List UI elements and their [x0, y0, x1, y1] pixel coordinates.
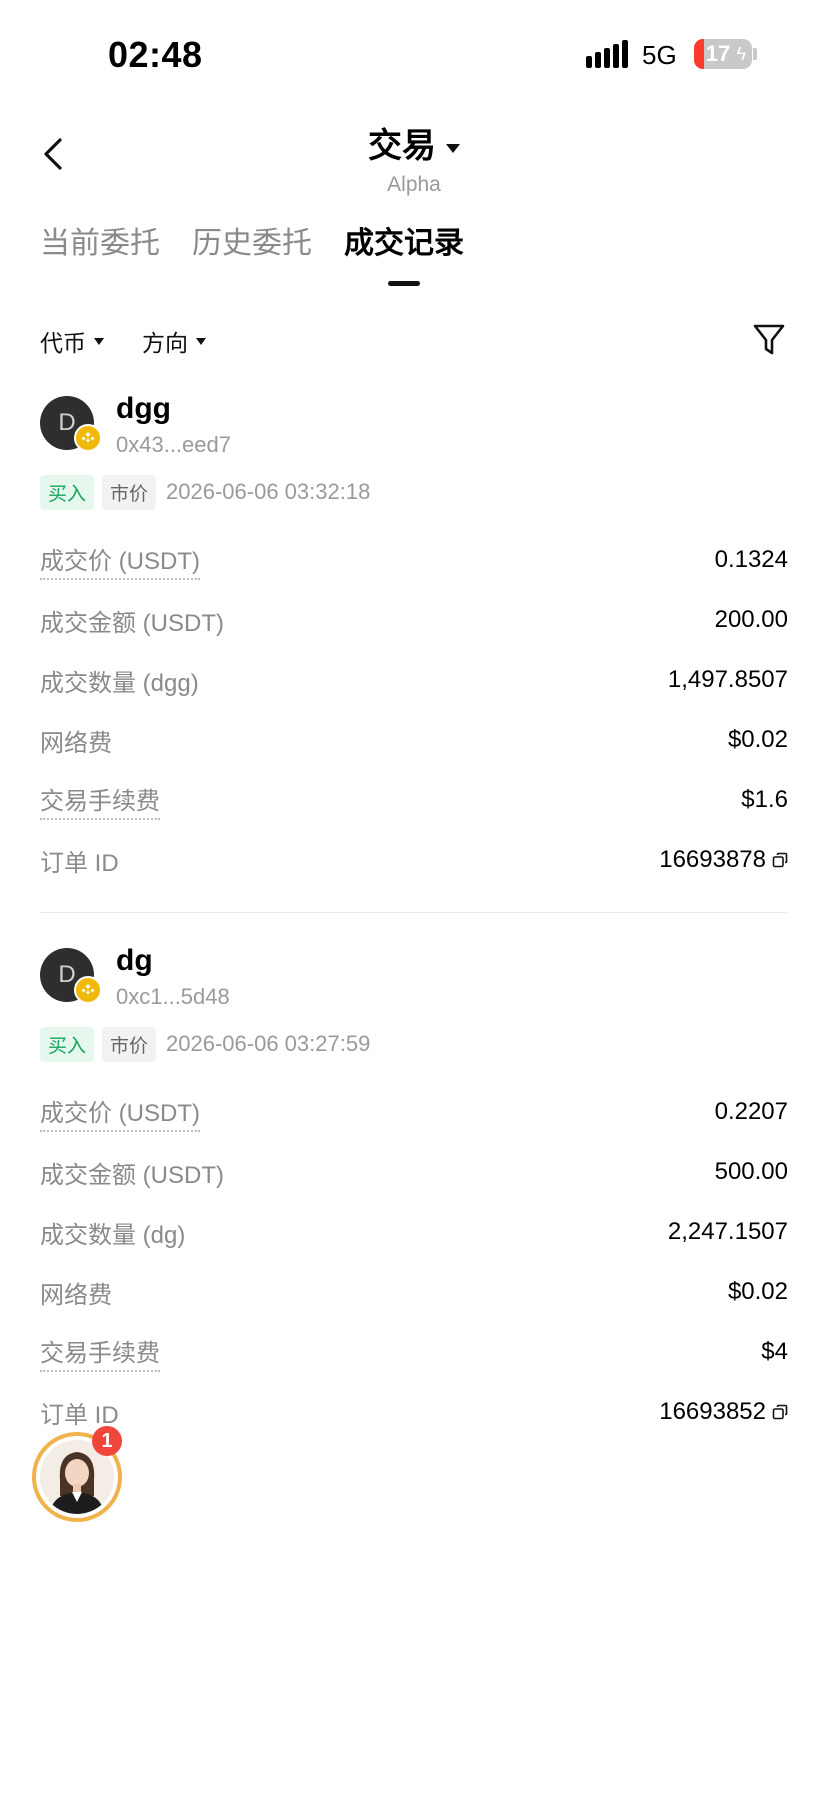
copy-icon[interactable]: [772, 1404, 788, 1420]
fill-price-value: 0.2207: [714, 1098, 788, 1125]
network-fee-label: 网络费: [40, 729, 112, 757]
side-badge: 买入: [40, 1026, 95, 1062]
chevron-down-icon: [94, 337, 104, 345]
detail-row: 成交价 (USDT) 0.2207: [40, 1082, 788, 1142]
tab-open-orders[interactable]: 当前委托: [40, 218, 160, 286]
page-subtitle: Alpha: [387, 173, 441, 196]
token-filter-dropdown[interactable]: 代币: [40, 324, 104, 358]
filter-bar: 代币 方向: [40, 324, 206, 358]
order-id-value: 16693852: [659, 1398, 788, 1426]
direction-filter-label: 方向: [142, 330, 188, 356]
fill-quantity-label: 成交数量 (dg): [40, 1221, 186, 1249]
battery-icon: 17 ϟ: [694, 39, 752, 69]
network-fee-label: 网络费: [40, 1281, 112, 1309]
detail-row: 成交价 (USDT) 0.1324: [40, 530, 788, 590]
detail-row: 成交数量 (dg) 2,247.1507: [40, 1202, 788, 1262]
trade-record: D dgg 0x43...eed7 买入 市价 2026-06-06 03:32…: [40, 392, 788, 890]
trade-record: D dg 0xc1...5d48 买入 市价 2026-06-06 03:27:…: [40, 944, 788, 1442]
status-time: 02:48: [108, 34, 203, 75]
trade-time: 2026-06-06 03:32:18: [166, 479, 371, 504]
token-address: 0x43...eed7: [116, 432, 231, 457]
cellular-signal-icon: [586, 40, 628, 68]
network-type: 5G: [642, 40, 677, 70]
filter-funnel-icon[interactable]: [752, 322, 786, 358]
record-divider: [40, 912, 788, 913]
fill-amount-value: 500.00: [714, 1158, 788, 1185]
page-header: 交易 Alpha: [0, 118, 828, 197]
trading-fee-label[interactable]: 交易手续费: [40, 1333, 160, 1372]
fill-quantity-value: 2,247.1507: [667, 1218, 788, 1245]
customer-support-button[interactable]: 1: [32, 1426, 122, 1522]
detail-row: 订单 ID 16693878: [40, 830, 788, 890]
detail-row: 成交金额 (USDT) 200.00: [40, 590, 788, 650]
order-id-text: 16693852: [659, 1398, 766, 1425]
tab-order-history[interactable]: 历史委托: [192, 218, 312, 286]
network-fee-value: $0.02: [727, 1278, 788, 1305]
order-type-badge: 市价: [102, 1026, 157, 1062]
order-id-label: 订单 ID: [40, 849, 119, 877]
charging-bolt-icon: ϟ: [736, 44, 746, 64]
order-type-badge: 市价: [102, 474, 157, 510]
trade-time: 2026-06-06 03:27:59: [166, 1031, 371, 1056]
battery-cap: [753, 48, 757, 60]
fill-amount-label: 成交金额 (USDT): [40, 1161, 224, 1189]
detail-row: 订单 ID 16693852: [40, 1382, 788, 1442]
tab-trade-history[interactable]: 成交记录: [344, 218, 464, 286]
token-name: dg: [116, 944, 153, 977]
detail-row: 交易手续费 $1.6: [40, 770, 788, 830]
token-filter-label: 代币: [40, 330, 86, 356]
detail-row: 网络费 $0.02: [40, 1262, 788, 1322]
notification-badge: 1: [92, 1426, 122, 1456]
battery-percent: 17: [705, 41, 731, 66]
side-badge: 买入: [40, 474, 95, 510]
title-dropdown[interactable]: 交易: [0, 118, 828, 167]
fill-price-value: 0.1324: [714, 546, 788, 573]
trading-fee-value: $4: [761, 1338, 788, 1365]
order-tabs: 当前委托 历史委托 成交记录: [40, 218, 464, 286]
bnb-chain-icon: [74, 976, 102, 1004]
direction-filter-dropdown[interactable]: 方向: [142, 324, 206, 358]
order-id-label: 订单 ID: [40, 1401, 119, 1429]
fill-quantity-label: 成交数量 (dgg): [40, 669, 199, 697]
order-id-value: 16693878: [659, 846, 788, 874]
token-name: dgg: [116, 392, 171, 425]
fill-price-label[interactable]: 成交价 (USDT): [40, 1093, 200, 1132]
detail-row: 成交金额 (USDT) 500.00: [40, 1142, 788, 1202]
fill-amount-label: 成交金额 (USDT): [40, 609, 224, 637]
network-fee-value: $0.02: [727, 726, 788, 753]
order-id-text: 16693878: [659, 846, 766, 873]
trading-fee-label[interactable]: 交易手续费: [40, 781, 160, 820]
status-bar: 02:48 5G 17 ϟ: [0, 0, 828, 110]
detail-row: 交易手续费 $4: [40, 1322, 788, 1382]
token-address: 0xc1...5d48: [116, 984, 230, 1009]
chevron-down-icon: [446, 144, 460, 154]
detail-row: 网络费 $0.02: [40, 710, 788, 770]
trading-fee-value: $1.6: [741, 786, 788, 813]
page-title: 交易: [368, 127, 436, 165]
copy-icon[interactable]: [772, 852, 788, 868]
chevron-down-icon: [196, 337, 206, 345]
fill-amount-value: 200.00: [714, 606, 788, 633]
bnb-chain-icon: [74, 424, 102, 452]
fill-price-label[interactable]: 成交价 (USDT): [40, 541, 200, 580]
detail-row: 成交数量 (dgg) 1,497.8507: [40, 650, 788, 710]
fill-quantity-value: 1,497.8507: [667, 666, 788, 693]
